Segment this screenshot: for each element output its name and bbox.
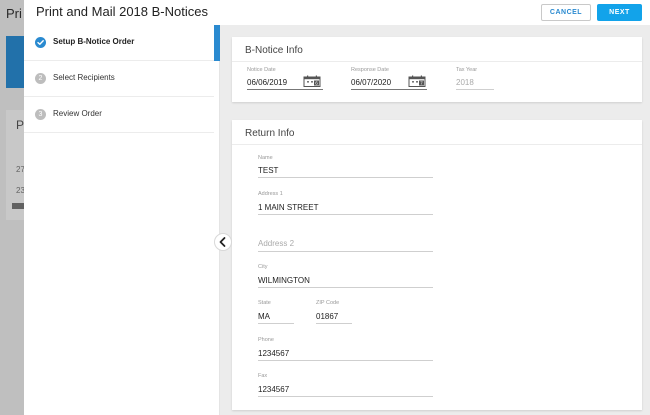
phone-input[interactable]: 1234567 — [258, 349, 289, 358]
step-setup-bnotice-order[interactable]: Setup B-Notice Order — [24, 25, 220, 61]
step-label: Setup B-Notice Order — [53, 37, 135, 46]
step-label: Review Order — [53, 109, 102, 118]
response-date-input[interactable]: 06/07/2020 — [351, 78, 391, 87]
tax-year-underline — [456, 89, 494, 90]
fax-input[interactable]: 1234567 — [258, 385, 289, 394]
name-input[interactable]: TEST — [258, 166, 278, 175]
address1-input[interactable]: 1 MAIN STREET — [258, 203, 318, 212]
city-label: City — [258, 264, 268, 270]
address1-label: Address 1 — [258, 191, 283, 197]
address2-input[interactable]: Address 2 — [258, 239, 294, 248]
bnotice-info-card: B-Notice Info Notice Date 06/06/2019 6 R… — [232, 37, 642, 102]
notice-date-label: Notice Date — [247, 67, 276, 73]
steps-sidebar: Setup B-Notice Order 2 Select Recipients… — [24, 25, 220, 415]
phone-underline — [258, 360, 433, 361]
address2-underline — [258, 251, 433, 252]
content-pane: B-Notice Info Notice Date 06/06/2019 6 R… — [220, 25, 650, 415]
state-underline — [258, 323, 294, 324]
zip-underline — [316, 323, 352, 324]
response-date-underline — [351, 89, 427, 90]
chevron-left-icon — [219, 237, 226, 247]
calendar-icon[interactable]: 7 — [408, 75, 426, 87]
notice-date-underline — [247, 89, 323, 90]
cancel-button[interactable]: CANCEL — [541, 4, 591, 21]
tax-year-value: 2018 — [456, 78, 474, 87]
step-number-badge: 3 — [35, 109, 46, 120]
response-date-label: Response Date — [351, 67, 389, 73]
step-review-order[interactable]: 3 Review Order — [24, 97, 214, 133]
address1-underline — [258, 214, 433, 215]
calendar-icon[interactable]: 6 — [303, 75, 321, 87]
phone-label: Phone — [258, 337, 274, 343]
step-number-badge: 2 — [35, 73, 46, 84]
city-underline — [258, 287, 433, 288]
modal-title: Print and Mail 2018 B-Notices — [36, 4, 208, 19]
card-title: B-Notice Info — [245, 45, 303, 56]
next-button[interactable]: NEXT — [597, 4, 642, 21]
card-title: Return Info — [245, 128, 295, 139]
state-label: State — [258, 300, 271, 306]
tax-year-label: Tax Year — [456, 67, 478, 73]
collapse-sidebar-button[interactable] — [214, 233, 232, 251]
name-label: Name — [258, 155, 273, 161]
fax-underline — [258, 396, 433, 397]
card-divider — [232, 144, 642, 145]
state-input[interactable]: MA — [258, 312, 270, 321]
name-underline — [258, 177, 433, 178]
notice-date-input[interactable]: 06/06/2019 — [247, 78, 287, 87]
bnotice-modal: Print and Mail 2018 B-Notices CANCEL NEX… — [24, 0, 650, 415]
return-info-card: Return Info Name TEST Address 1 1 MAIN S… — [232, 120, 642, 410]
step-label: Select Recipients — [53, 73, 115, 82]
fax-label: Fax — [258, 373, 268, 379]
modal-header: Print and Mail 2018 B-Notices CANCEL NEX… — [24, 0, 650, 25]
city-input[interactable]: WILMINGTON — [258, 276, 310, 285]
zip-input[interactable]: 01867 — [316, 312, 338, 321]
card-divider — [232, 61, 642, 62]
zip-label: ZIP Code — [316, 300, 340, 306]
check-circle-icon — [35, 37, 46, 48]
step-select-recipients[interactable]: 2 Select Recipients — [24, 61, 214, 97]
